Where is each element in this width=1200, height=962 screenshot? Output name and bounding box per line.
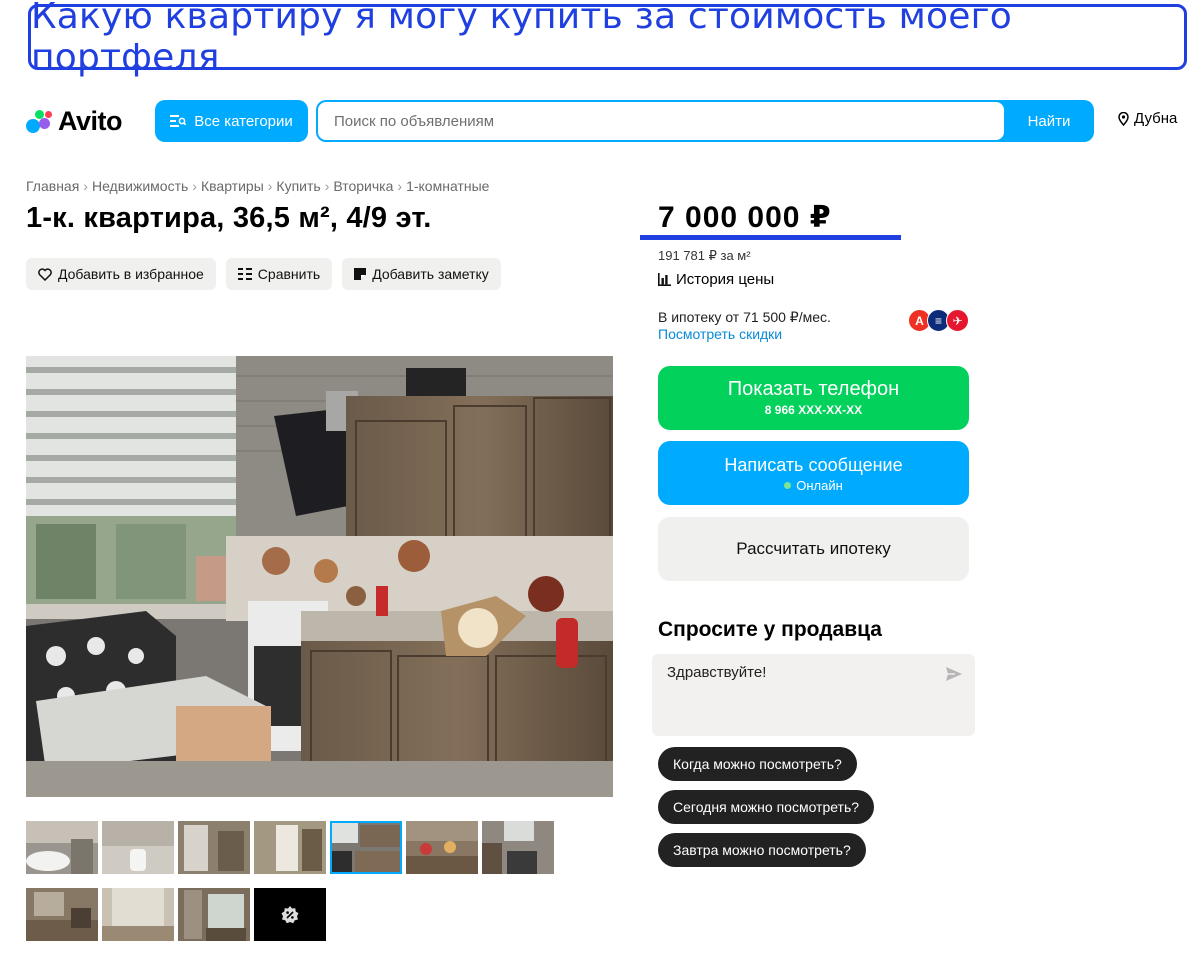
listing-title: 1-к. квартира, 36,5 м², 4/9 эт. — [26, 202, 432, 234]
thumbnail-image — [102, 888, 174, 941]
price-highlight-underline — [640, 235, 901, 240]
main-listing-photo[interactable] — [26, 356, 613, 797]
thumbnail-image — [178, 821, 250, 874]
avito-logo[interactable]: Avito — [25, 104, 123, 138]
kitchen-photo-image — [26, 356, 613, 797]
more-photos-button[interactable] — [254, 888, 326, 941]
breadcrumb-item[interactable]: 1-комнатные — [406, 178, 489, 194]
photo-thumbnail[interactable] — [482, 821, 554, 874]
bank-icon: ✈ — [946, 309, 969, 332]
show-phone-button[interactable]: Показать телефон 8 966 XXX-XX-XX — [658, 366, 969, 430]
online-status-label: Онлайн — [796, 478, 843, 493]
write-message-button[interactable]: Написать сообщение Онлайн — [658, 441, 969, 505]
show-phone-label: Показать телефон — [727, 378, 900, 400]
photo-thumbnail[interactable] — [26, 888, 98, 941]
price-history-link[interactable]: История цены — [658, 271, 774, 288]
thumbnail-image — [406, 821, 478, 874]
bar-chart-icon — [658, 273, 671, 286]
portfolio-question-banner: Какую квартиру я могу купить за стоимост… — [28, 0, 1187, 78]
breadcrumb-item[interactable]: Недвижимость — [92, 178, 188, 194]
breadcrumb-separator-icon: › — [83, 178, 88, 194]
location-selector[interactable]: Дубна — [1118, 110, 1177, 127]
price: 7 000 000 ₽ — [658, 201, 832, 234]
compare-label: Сравнить — [257, 266, 321, 282]
photo-thumbnail[interactable] — [102, 821, 174, 874]
send-icon[interactable] — [945, 666, 963, 682]
heart-icon — [38, 267, 52, 281]
all-categories-button[interactable]: Все категории — [155, 100, 308, 142]
price-history-label: История цены — [676, 271, 775, 288]
logo-dots-icon — [25, 106, 55, 136]
breadcrumb-separator-icon: › — [324, 178, 330, 194]
thumbnail-image — [330, 821, 402, 874]
online-dot-icon — [784, 482, 792, 489]
partner-banks: А ≡ ✈ — [908, 309, 970, 333]
thumbnail-image — [26, 888, 98, 941]
compare-button[interactable]: Сравнить — [225, 258, 333, 290]
breadcrumb: Главная › Недвижимость › Квартиры › Купи… — [26, 178, 489, 194]
seller-message-input[interactable]: Здравствуйте! — [652, 654, 975, 736]
thumbnail-image — [102, 821, 174, 874]
categories-icon — [170, 115, 187, 127]
photo-thumbnails — [26, 821, 566, 941]
photo-thumbnail[interactable] — [178, 888, 250, 941]
mortgage-offer-text: В ипотеку от 71 500 ₽/мес. — [658, 309, 831, 325]
thumbnail-image — [254, 821, 326, 874]
discount-icon — [281, 905, 299, 923]
note-icon — [354, 268, 367, 280]
photo-thumbnail-active[interactable] — [330, 821, 402, 874]
thumbnail-image — [482, 821, 554, 874]
breadcrumb-item[interactable]: Вторичка — [333, 178, 393, 194]
all-categories-label: Все категории — [194, 112, 293, 130]
quick-question-chip[interactable]: Когда можно посмотреть? — [658, 747, 857, 781]
quick-question-chip[interactable]: Завтра можно посмотреть? — [658, 833, 866, 867]
breadcrumb-separator-icon: › — [267, 178, 273, 194]
search-button[interactable]: Найти — [1004, 100, 1094, 142]
breadcrumb-item[interactable]: Квартиры — [201, 178, 264, 194]
location-label: Дубна — [1134, 110, 1178, 127]
banner-text: Какую квартиру я могу купить за стоимост… — [31, 0, 1012, 78]
compare-icon — [237, 267, 252, 280]
photo-thumbnail[interactable] — [102, 888, 174, 941]
location-pin-icon — [1118, 111, 1129, 126]
photo-thumbnail[interactable] — [406, 821, 478, 874]
breadcrumb-separator-icon: › — [192, 178, 197, 194]
masked-phone-number: 8 966 XXX-XX-XX — [764, 403, 863, 417]
breadcrumb-separator-icon: › — [397, 178, 403, 194]
quick-question-chip[interactable]: Сегодня можно посмотреть? — [658, 790, 875, 824]
photo-thumbnail[interactable] — [178, 821, 250, 874]
search-bar: Найти — [316, 100, 1094, 142]
online-status: Онлайн — [658, 478, 969, 493]
photo-thumbnail[interactable] — [26, 821, 98, 874]
view-discounts-link[interactable]: Посмотреть скидки — [658, 326, 782, 342]
thumbnail-image — [178, 888, 250, 941]
photo-thumbnail[interactable] — [254, 821, 326, 874]
write-message-label: Написать сообщение — [724, 455, 903, 475]
calculate-mortgage-button[interactable]: Рассчитать ипотеку — [658, 517, 969, 581]
breadcrumb-item[interactable]: Купить — [276, 178, 320, 194]
add-note-label: Добавить заметку — [372, 266, 489, 282]
thumbnail-image — [26, 821, 98, 874]
add-to-favorites-button[interactable]: Добавить в избранное — [26, 258, 216, 290]
add-to-favorites-label: Добавить в избранное — [58, 266, 204, 282]
brand-name: Avito — [58, 105, 123, 136]
price-per-meter: 191 781 ₽ за м² — [658, 248, 751, 263]
search-input[interactable] — [318, 102, 1004, 140]
add-note-button[interactable]: Добавить заметку — [342, 258, 501, 290]
breadcrumb-item[interactable]: Главная — [26, 178, 79, 194]
ask-seller-title: Спросите у продавца — [658, 618, 882, 641]
listing-actions: Добавить в избранное Сравнить Добавить з… — [26, 258, 501, 290]
